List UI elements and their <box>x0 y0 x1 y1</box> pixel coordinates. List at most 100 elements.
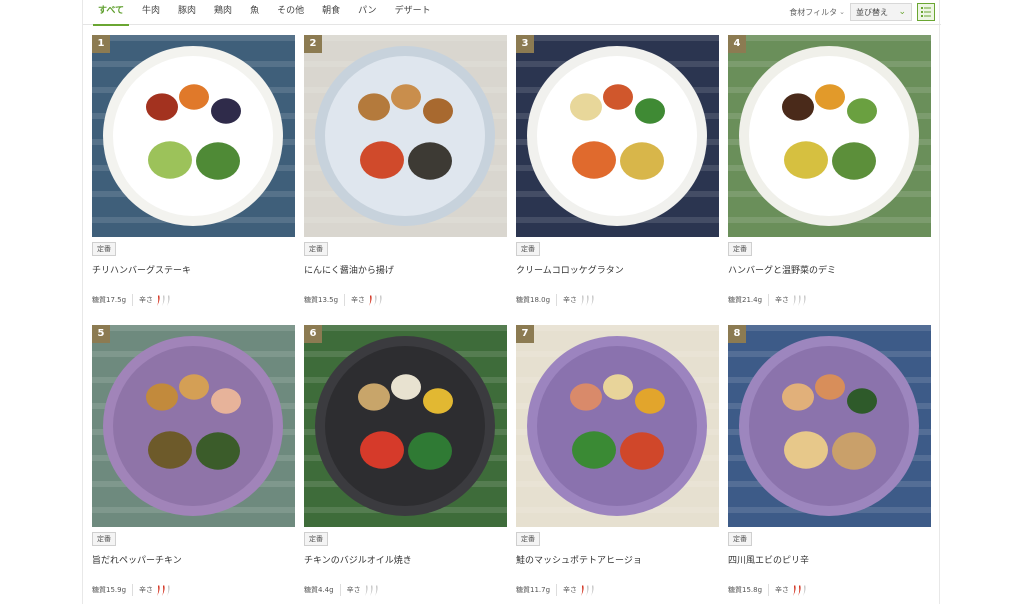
product-name[interactable]: 四川風エビのピリ辛 <box>728 553 809 566</box>
tab-breakfast[interactable]: 朝食 <box>313 0 349 25</box>
food-item <box>148 431 192 469</box>
spice-peppers <box>580 584 595 596</box>
plate <box>749 346 909 506</box>
spice-peppers <box>156 294 171 306</box>
spice-rating: 辛さ <box>775 584 807 596</box>
spice-label: 辛さ <box>563 586 578 594</box>
carbs-value: 糖質4.4g <box>304 586 334 594</box>
product-meta: 糖質17.5g 辛さ <box>92 294 171 306</box>
food-item <box>196 142 240 180</box>
divider <box>132 584 134 596</box>
meal-photo <box>304 325 507 527</box>
tab-other[interactable]: その他 <box>268 0 313 25</box>
product-card-8[interactable]: 8 定番 四川風エビのピリ辛 糖質15.8g 辛さ <box>728 325 931 604</box>
spice-rating: 辛さ <box>563 584 595 596</box>
tab-dessert[interactable]: デザート <box>386 0 440 25</box>
product-image[interactable]: 4 <box>728 35 931 237</box>
ingredient-filter-button[interactable]: 食材フィルタ ⌄ <box>789 7 845 18</box>
rank-badge: 3 <box>516 35 534 53</box>
food-item <box>782 383 814 411</box>
spice-peppers <box>364 584 379 596</box>
product-card-7[interactable]: 7 定番 鮭のマッシュポテトアヒージョ 糖質11.7g 辛さ <box>516 325 719 604</box>
carbs-value: 糖質15.8g <box>728 586 763 594</box>
product-name[interactable]: クリームコロッケグラタン <box>516 263 624 276</box>
tab-bread[interactable]: パン <box>349 0 385 25</box>
plate <box>325 346 485 506</box>
product-name[interactable]: 鮭のマッシュポテトアヒージョ <box>516 553 642 566</box>
tab-beef[interactable]: 牛肉 <box>133 0 169 25</box>
food-item <box>408 432 452 470</box>
carbs-value: 糖質15.9g <box>92 586 127 594</box>
category-badge: 定番 <box>304 242 328 256</box>
category-badge: 定番 <box>92 532 116 546</box>
spice-peppers <box>368 294 383 306</box>
product-card-6[interactable]: 6 定番 チキンのバジルオイル焼き 糖質4.4g 辛さ <box>304 325 507 604</box>
rank-badge: 5 <box>92 325 110 343</box>
food-item <box>360 141 404 179</box>
food-item <box>423 98 453 124</box>
food-item <box>179 374 209 400</box>
product-meta: 糖質15.8g 辛さ <box>728 584 807 596</box>
cloth-stripe <box>304 35 507 41</box>
product-image[interactable]: 2 <box>304 35 507 237</box>
product-name[interactable]: チリハンバーグステーキ <box>92 263 191 276</box>
product-image[interactable]: 8 <box>728 325 931 527</box>
rank-badge: 7 <box>516 325 534 343</box>
cloth-stripe <box>304 325 507 331</box>
plate <box>537 346 697 506</box>
category-badge: 定番 <box>516 242 540 256</box>
category-tabs: すべて 牛肉 豚肉 鶏肉 魚 その他 朝食 パン デザート <box>83 0 440 26</box>
product-name[interactable]: 旨だれペッパーチキン <box>92 553 182 566</box>
product-name[interactable]: チキンのバジルオイル焼き <box>304 553 412 566</box>
plate <box>325 56 485 216</box>
chili-pepper-icon <box>379 294 382 306</box>
product-name[interactable]: にんにく醤油から揚げ <box>304 263 394 276</box>
divider <box>339 584 341 596</box>
meal-photo <box>92 35 295 237</box>
spice-peppers <box>792 294 807 306</box>
product-card-5[interactable]: 5 定番 旨だれペッパーチキン 糖質15.9g 辛さ <box>92 325 295 604</box>
food-item <box>211 388 241 414</box>
category-badge: 定番 <box>728 242 752 256</box>
spice-label: 辛さ <box>775 296 790 304</box>
list-view-toggle[interactable] <box>917 3 935 21</box>
food-item <box>179 84 209 110</box>
product-image[interactable]: 7 <box>516 325 719 527</box>
carbs-value: 糖質11.7g <box>516 586 551 594</box>
food-item <box>408 142 452 180</box>
food-item <box>423 388 453 414</box>
tab-all[interactable]: すべて <box>89 0 133 26</box>
tab-fish[interactable]: 魚 <box>241 0 268 25</box>
food-item <box>196 432 240 470</box>
product-image[interactable]: 3 <box>516 35 719 237</box>
tab-chicken[interactable]: 鶏肉 <box>205 0 241 25</box>
product-card-3[interactable]: 3 定番 クリームコロッケグラタン 糖質18.0g 辛さ <box>516 35 719 325</box>
cloth-stripe <box>728 35 931 41</box>
cloth-stripe <box>516 325 719 331</box>
chili-pepper-icon <box>803 584 806 596</box>
category-nav: すべて 牛肉 豚肉 鶏肉 魚 その他 朝食 パン デザート 食材フィルタ ⌄ 並… <box>83 0 941 26</box>
product-card-4[interactable]: 4 定番 ハンバーグと温野菜のデミ 糖質21.4g 辛さ <box>728 35 931 325</box>
sort-select[interactable]: 並び替え ⌄ <box>850 3 912 21</box>
carbs-value: 糖質17.5g <box>92 296 127 304</box>
food-item <box>570 383 602 411</box>
food-item <box>146 93 178 121</box>
category-badge: 定番 <box>92 242 116 256</box>
rank-badge: 2 <box>304 35 322 53</box>
product-card-1[interactable]: 1 定番 チリハンバーグステーキ 糖質17.5g 辛さ <box>92 35 295 325</box>
category-badge: 定番 <box>728 532 752 546</box>
product-name[interactable]: ハンバーグと温野菜のデミ <box>728 263 836 276</box>
rank-badge: 4 <box>728 35 746 53</box>
divider <box>556 584 558 596</box>
spice-label: 辛さ <box>563 296 578 304</box>
cloth-stripe <box>516 35 719 41</box>
product-card-2[interactable]: 2 定番 にんにく醤油から揚げ 糖質13.5g 辛さ <box>304 35 507 325</box>
food-item <box>635 388 665 414</box>
product-image[interactable]: 6 <box>304 325 507 527</box>
product-image[interactable]: 5 <box>92 325 295 527</box>
food-item <box>603 84 633 110</box>
meal-photo <box>516 35 719 237</box>
tab-pork[interactable]: 豚肉 <box>169 0 205 25</box>
food-item <box>391 374 421 400</box>
product-image[interactable]: 1 <box>92 35 295 237</box>
